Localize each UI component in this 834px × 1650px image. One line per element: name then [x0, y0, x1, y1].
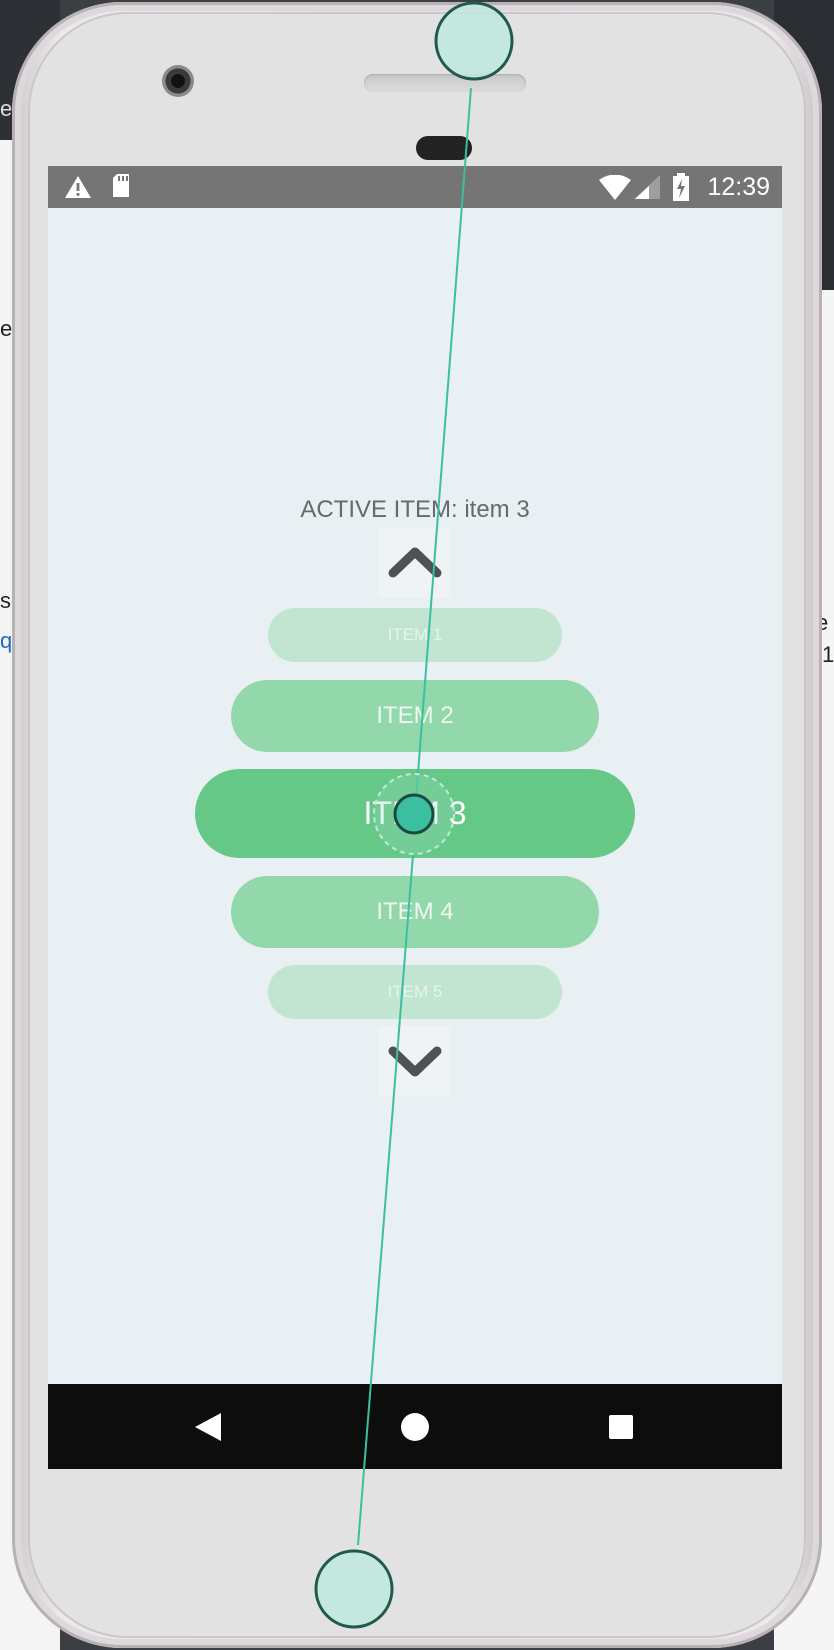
background-text-fragment: s: [0, 588, 11, 613]
scroll-up-button[interactable]: [379, 528, 451, 598]
picker-item-5[interactable]: ITEM 5: [268, 965, 562, 1019]
device-screen: 12:39 ACTIVE ITEM: item 3 ITEM 1 ITEM 2 …: [48, 166, 782, 1469]
status-bar: 12:39: [48, 166, 782, 208]
picker-item-1-label: ITEM 1: [387, 625, 443, 644]
picker-item-4-label: ITEM 4: [376, 898, 454, 925]
picker-item-2[interactable]: ITEM 2: [231, 680, 599, 752]
picker-item-1[interactable]: ITEM 1: [268, 608, 562, 662]
chevron-down-icon: [388, 1046, 442, 1077]
signal-icon: [634, 175, 660, 199]
background-text-fragment: e: [0, 316, 13, 341]
recents-icon[interactable]: [608, 1414, 634, 1440]
earpiece-speaker: [364, 74, 526, 92]
picker-item-3-active[interactable]: ITEM 3: [195, 769, 635, 858]
scroll-down-button[interactable]: [379, 1026, 451, 1096]
battery-charging-icon: [673, 173, 689, 201]
back-icon[interactable]: [193, 1411, 223, 1443]
chevron-up-icon: [388, 547, 442, 578]
proximity-sensor: [416, 136, 472, 160]
active-item-label: ACTIVE ITEM: item 3: [300, 496, 530, 523]
picker-item-4[interactable]: ITEM 4: [231, 876, 599, 948]
front-camera: [162, 65, 194, 97]
status-clock: 12:39: [707, 173, 770, 201]
background-text-fragment: 1: [822, 642, 834, 667]
wifi-icon: [599, 175, 631, 200]
home-icon[interactable]: [400, 1412, 430, 1442]
picker-item-2-label: ITEM 2: [376, 702, 454, 729]
picker-item-3-label: ITEM 3: [363, 795, 467, 831]
background-link-fragment: q: [0, 628, 13, 653]
navigation-bar: [48, 1384, 782, 1469]
picker-item-5-label: ITEM 5: [387, 982, 443, 1001]
sd-card-icon: [113, 174, 129, 197]
warning-icon: [65, 176, 91, 198]
